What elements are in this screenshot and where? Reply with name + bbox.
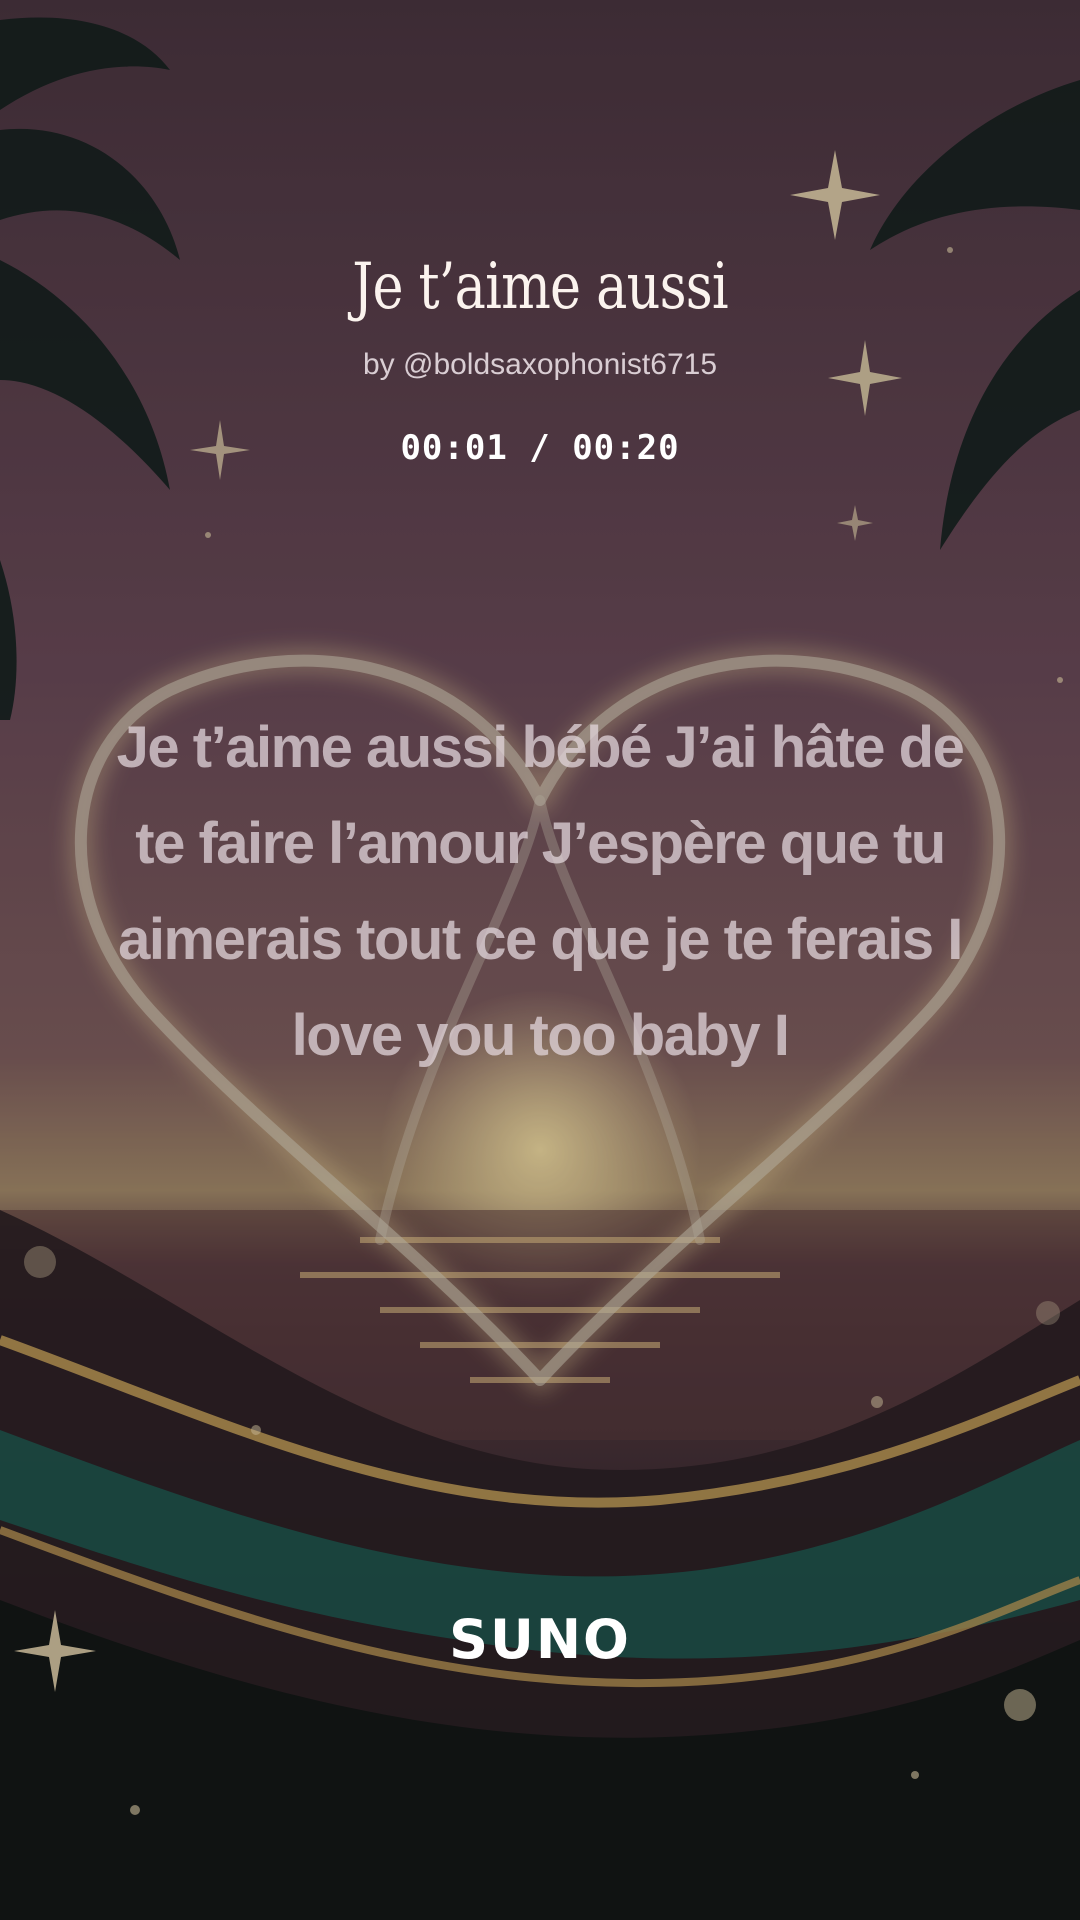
- playback-time: 00:01 / 00:20: [400, 428, 680, 468]
- song-title: Je t’aime aussi: [352, 250, 728, 324]
- artist-handle: by @boldsaxophonist6715: [362, 348, 718, 381]
- suno-logo: SUNO: [449, 1608, 631, 1671]
- lyrics-text: Je t’aime aussi bébé J’ai hâte de te fai…: [116, 715, 965, 1068]
